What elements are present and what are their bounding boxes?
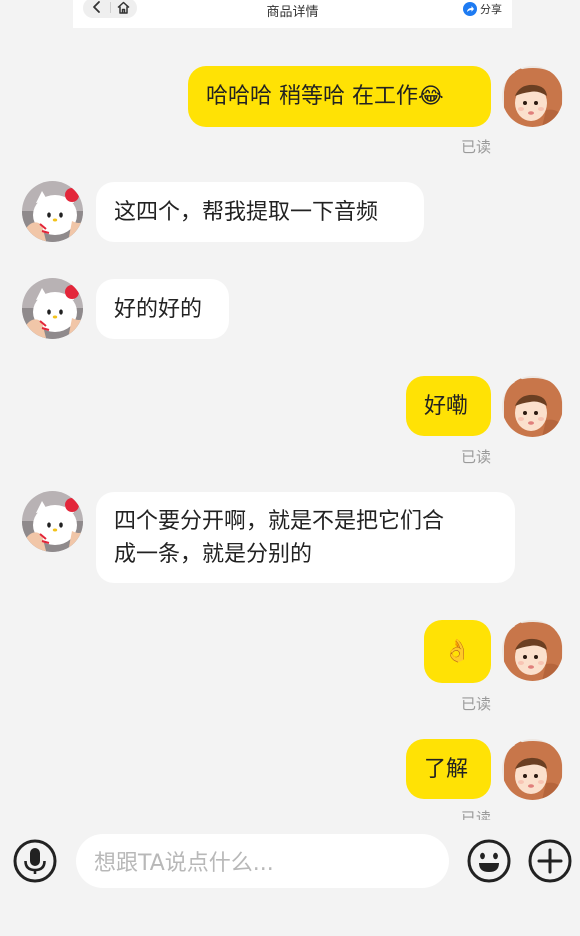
message-text: 好的好的 <box>114 296 203 322</box>
message-bubble[interactable]: 这四个，帮我提取一下音频 <box>96 182 424 242</box>
ok-hand-emoji: 👌 <box>443 639 472 664</box>
message-bubble[interactable]: 四个要分开啊，就是不是把它们合 成一条，就是分别的 <box>96 492 515 583</box>
product-header: 商品详情 分享 <box>73 0 512 28</box>
message-text: 哈哈哈 稍等哈 在工作😂 <box>206 84 444 109</box>
my-avatar[interactable] <box>502 66 563 127</box>
input-placeholder: 想跟TA说点什么... <box>94 851 274 876</box>
read-status: 已读 <box>461 138 492 156</box>
my-avatar[interactable] <box>502 739 563 800</box>
share-icon <box>463 2 477 16</box>
page-title: 商品详情 <box>266 5 319 20</box>
read-status: 已读 <box>461 695 492 713</box>
message-text-line1: 四个要分开啊，就是不是把它们合 <box>114 508 445 534</box>
add-icon[interactable] <box>528 839 572 883</box>
microphone-icon[interactable] <box>13 839 57 883</box>
message-bubble[interactable]: 好嘞 <box>406 376 491 436</box>
emoji-icon[interactable] <box>467 839 511 883</box>
contact-avatar[interactable] <box>22 491 83 552</box>
message-text-line2: 成一条，就是分别的 <box>114 541 313 567</box>
share-button[interactable]: 分享 <box>463 1 502 17</box>
input-bar: 想跟TA说点什么... <box>0 820 580 936</box>
message-input[interactable]: 想跟TA说点什么... <box>76 834 449 888</box>
message-text: 这四个，帮我提取一下音频 <box>114 199 379 225</box>
message-bubble[interactable]: 了解 <box>406 739 491 799</box>
message-text: 了解 <box>424 756 469 782</box>
share-label: 分享 <box>480 3 502 16</box>
message-text: 好嘞 <box>424 393 469 419</box>
message-bubble[interactable]: 👌 <box>424 620 491 683</box>
read-status: 已读 <box>461 809 492 820</box>
contact-avatar[interactable] <box>22 181 83 242</box>
read-status: 已读 <box>461 448 492 466</box>
message-bubble[interactable]: 哈哈哈 稍等哈 在工作😂 <box>188 66 491 127</box>
contact-avatar[interactable] <box>22 278 83 339</box>
my-avatar[interactable] <box>502 620 563 681</box>
my-avatar[interactable] <box>502 376 563 437</box>
message-bubble[interactable]: 好的好的 <box>96 279 229 339</box>
